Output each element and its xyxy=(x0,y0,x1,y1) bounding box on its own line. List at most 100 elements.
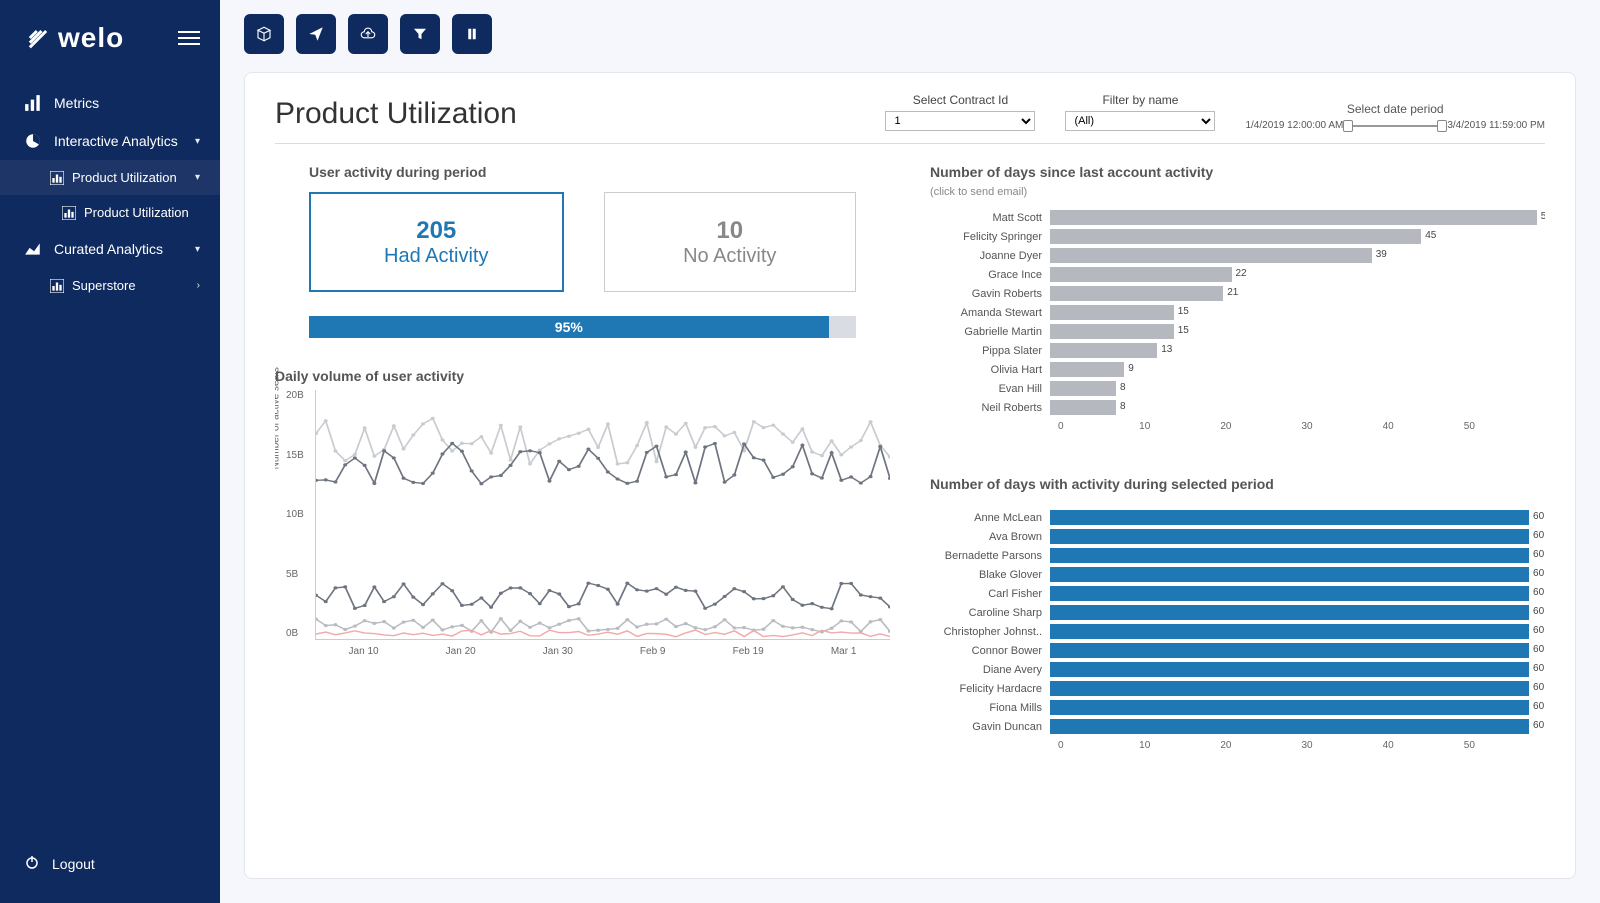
sidebar-item-interactive-analytics[interactable]: Interactive Analytics ▾ xyxy=(0,122,220,160)
kpi-no-activity[interactable]: 10 No Activity xyxy=(604,192,857,292)
bar-name: Bernadette Parsons xyxy=(930,550,1050,562)
brand-logo: welo xyxy=(24,22,124,54)
bar-value: 59 xyxy=(1541,211,1545,222)
inactive-days-chart[interactable]: Matt Scott59Felicity Springer45Joanne Dy… xyxy=(930,208,1545,417)
bar-value: 21 xyxy=(1227,287,1238,298)
bar-row[interactable]: Grace Ince22 xyxy=(930,265,1545,284)
page-title: Product Utilization xyxy=(275,97,845,131)
sidebar-item-curated-analytics[interactable]: Curated Analytics ▾ xyxy=(0,230,220,268)
bar-row[interactable]: Amanda Stewart 15 xyxy=(930,303,1545,322)
bar-value: 9 xyxy=(1128,363,1134,374)
bar-row[interactable]: Blake Glover 60 xyxy=(930,565,1545,584)
toolbar-columns-button[interactable] xyxy=(452,14,492,54)
bar-value: 60 xyxy=(1533,682,1544,693)
nav-label: Superstore xyxy=(72,278,197,293)
nav-label: Product Utilization xyxy=(84,205,200,220)
bar-name: Anne McLean xyxy=(930,512,1050,524)
sidebar-item-superstore[interactable]: Superstore › xyxy=(0,268,220,303)
bar-row[interactable]: Fiona Mills60 xyxy=(930,698,1545,717)
dashboard-panel: Product Utilization Select Contract Id 1… xyxy=(244,72,1576,879)
bar-name: Gabrielle Martin xyxy=(930,326,1050,338)
chevron-down-icon: ▾ xyxy=(195,244,200,255)
chart-icon xyxy=(50,279,64,293)
date-filter-label: Select date period xyxy=(1347,102,1444,116)
bar-row[interactable]: Gavin Duncan60 xyxy=(930,717,1545,736)
filter-bar: Select Contract Id 1 Filter by name (All… xyxy=(885,93,1545,131)
right-column: Number of days since last account activi… xyxy=(930,164,1545,854)
left-column: User activity during period 205 Had Acti… xyxy=(275,164,890,854)
daily-volume-title: Daily volume of user activity xyxy=(275,368,890,384)
bar-name: Grace Ince xyxy=(930,269,1050,281)
pause-icon xyxy=(463,25,481,43)
bar-value: 13 xyxy=(1161,344,1172,355)
bar-row[interactable]: Felicity Hardacre 60 xyxy=(930,679,1545,698)
bar-name: Amanda Stewart xyxy=(930,307,1050,319)
bar-name: Blake Glover xyxy=(930,569,1050,581)
bar-value: 60 xyxy=(1533,644,1544,655)
bar-name: Joanne Dyer xyxy=(930,250,1050,262)
inactive-days-subtitle: (click to send email) xyxy=(930,186,1545,198)
kpi-had-activity[interactable]: 205 Had Activity xyxy=(309,192,564,292)
bar-row[interactable]: Anne McLean60 xyxy=(930,508,1545,527)
bar-name: Olivia Hart xyxy=(930,364,1050,376)
bar-row[interactable]: Neil Roberts8 xyxy=(930,398,1545,417)
bar-name: Felicity Hardacre xyxy=(930,683,1050,695)
date-start: 1/4/2019 12:00:00 AM xyxy=(1245,120,1343,131)
bar-name: Christopher Johnst.. xyxy=(930,626,1050,638)
bar-row[interactable]: Connor Bower60 xyxy=(930,641,1545,660)
bar-row[interactable]: Olivia Hart 9 xyxy=(930,360,1545,379)
activity-section-title: User activity during period xyxy=(309,164,890,180)
sidebar-item-product-utilization[interactable]: Product Utilization ▾ xyxy=(0,160,220,195)
bar-row[interactable]: Pippa Slater 13 xyxy=(930,341,1545,360)
logout-button[interactable]: Logout xyxy=(0,834,220,903)
bar-row[interactable]: Ava Brown60 xyxy=(930,527,1545,546)
bar-row[interactable]: Joanne Dyer39 xyxy=(930,246,1545,265)
sidebar-nav: Metrics Interactive Analytics ▾ Product … xyxy=(0,84,220,834)
bar-row[interactable]: Christopher Johnst..60 xyxy=(930,622,1545,641)
kpi-label: No Activity xyxy=(683,245,776,268)
bar-row[interactable]: Carl Fisher60 xyxy=(930,584,1545,603)
bar-name: Carl Fisher xyxy=(930,588,1050,600)
kpi-value: 10 xyxy=(716,217,743,245)
bar-row[interactable]: Evan Hill8 xyxy=(930,379,1545,398)
bar-value: 15 xyxy=(1178,306,1189,317)
sidebar-item-metrics[interactable]: Metrics xyxy=(0,84,220,122)
pie-icon xyxy=(24,132,42,150)
bar-name: Ava Brown xyxy=(930,531,1050,543)
brand-name: welo xyxy=(58,22,124,54)
bar-value: 8 xyxy=(1120,382,1126,393)
bar-row[interactable]: Gabrielle Martin15 xyxy=(930,322,1545,341)
active-days-chart[interactable]: Anne McLean60Ava Brown60Bernadette Parso… xyxy=(930,508,1545,736)
toolbar-send-button[interactable] xyxy=(296,14,336,54)
bar-row[interactable]: Gavin Roberts 21 xyxy=(930,284,1545,303)
bar-row[interactable]: Diane Avery60 xyxy=(930,660,1545,679)
toolbar-cube-button[interactable] xyxy=(244,14,284,54)
contract-select[interactable]: 1 xyxy=(885,111,1035,131)
y-axis-label: Number of active seats xyxy=(275,367,282,469)
bar-row[interactable]: Caroline Sharp60 xyxy=(930,603,1545,622)
bar-value: 60 xyxy=(1533,568,1544,579)
name-select[interactable]: (All) xyxy=(1065,111,1215,131)
bar-value: 60 xyxy=(1533,720,1544,731)
bar-name: Felicity Springer xyxy=(930,231,1050,243)
bar-row[interactable]: Felicity Springer45 xyxy=(930,227,1545,246)
active-days-title: Number of days with activity during sele… xyxy=(930,476,1545,492)
send-icon xyxy=(307,25,325,43)
bar-name: Gavin Roberts xyxy=(930,288,1050,300)
progress-label: 95% xyxy=(555,319,583,335)
toolbar-cloud-upload-button[interactable] xyxy=(348,14,388,54)
sidebar-toggle-button[interactable] xyxy=(178,31,200,45)
toolbar-filter-button[interactable] xyxy=(400,14,440,54)
daily-volume-chart[interactable]: Number of active seats 20B15B10B5B0B xyxy=(315,390,890,640)
toolbar xyxy=(220,0,1600,54)
inactive-days-title: Number of days since last account activi… xyxy=(930,164,1545,180)
bar-name: Neil Roberts xyxy=(930,402,1050,414)
bar-axis: 0102030405060 xyxy=(1058,421,1545,432)
name-filter-label: Filter by name xyxy=(1065,93,1215,107)
sidebar-item-product-utilization-child[interactable]: Product Utilization xyxy=(0,195,220,230)
bar-row[interactable]: Matt Scott59 xyxy=(930,208,1545,227)
bar-name: Pippa Slater xyxy=(930,345,1050,357)
bar-row[interactable]: Bernadette Parsons60 xyxy=(930,546,1545,565)
date-range-slider[interactable]: 1/4/2019 12:00:00 AM 3/4/2019 11:59:00 P… xyxy=(1245,120,1545,131)
bars-icon xyxy=(24,94,42,112)
